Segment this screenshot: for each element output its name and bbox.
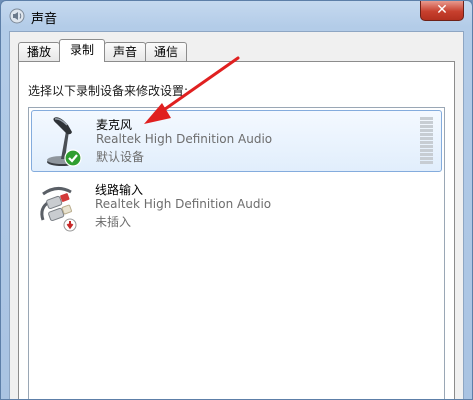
device-driver: Realtek High Definition Audio [96,132,273,146]
device-status: 默认设备 [96,150,145,164]
unplugged-icon [63,218,77,232]
close-icon: ✕ [436,2,448,18]
tab-recording[interactable]: 录制 [59,39,106,62]
speaker-icon [9,8,25,24]
device-row-microphone[interactable]: 麦克风 Realtek High Definition Audio 默认设备 [31,110,442,172]
recording-device-list[interactable]: 麦克风 Realtek High Definition Audio 默认设备 线… [28,107,445,399]
close-button[interactable]: ✕ [420,1,464,21]
recording-tab-page: 选择以下录制设备来修改设置: 麦克风 Realtek High Definiti… [18,61,455,399]
tab-strip: 播放 录制 声音 通信 [18,39,188,62]
device-driver: Realtek High Definition Audio [95,197,272,211]
instruction-text: 选择以下录制设备来修改设置: [28,84,189,98]
sound-dialog-window: 声音 ✕ 播放 录制 声音 通信 选择以下录制设备来修改设置: 麦克风 Real… [0,0,473,400]
tab-sounds[interactable]: 声音 [104,42,147,62]
dialog-body: 播放 录制 声音 通信 选择以下录制设备来修改设置: 麦克风 Realtek H… [9,31,464,399]
tab-communications[interactable]: 通信 [145,42,188,62]
device-row-line-in[interactable]: 线路输入 Realtek High Definition Audio 未插入 [31,176,442,238]
input-level-meter [420,117,433,165]
device-name: 线路输入 [95,183,144,197]
device-name: 麦克风 [96,118,133,132]
window-title: 声音 [31,12,58,27]
title-bar[interactable]: 声音 ✕ [1,1,472,31]
device-status: 未插入 [95,215,132,229]
default-check-icon [64,149,82,167]
tab-playback[interactable]: 播放 [18,42,61,62]
